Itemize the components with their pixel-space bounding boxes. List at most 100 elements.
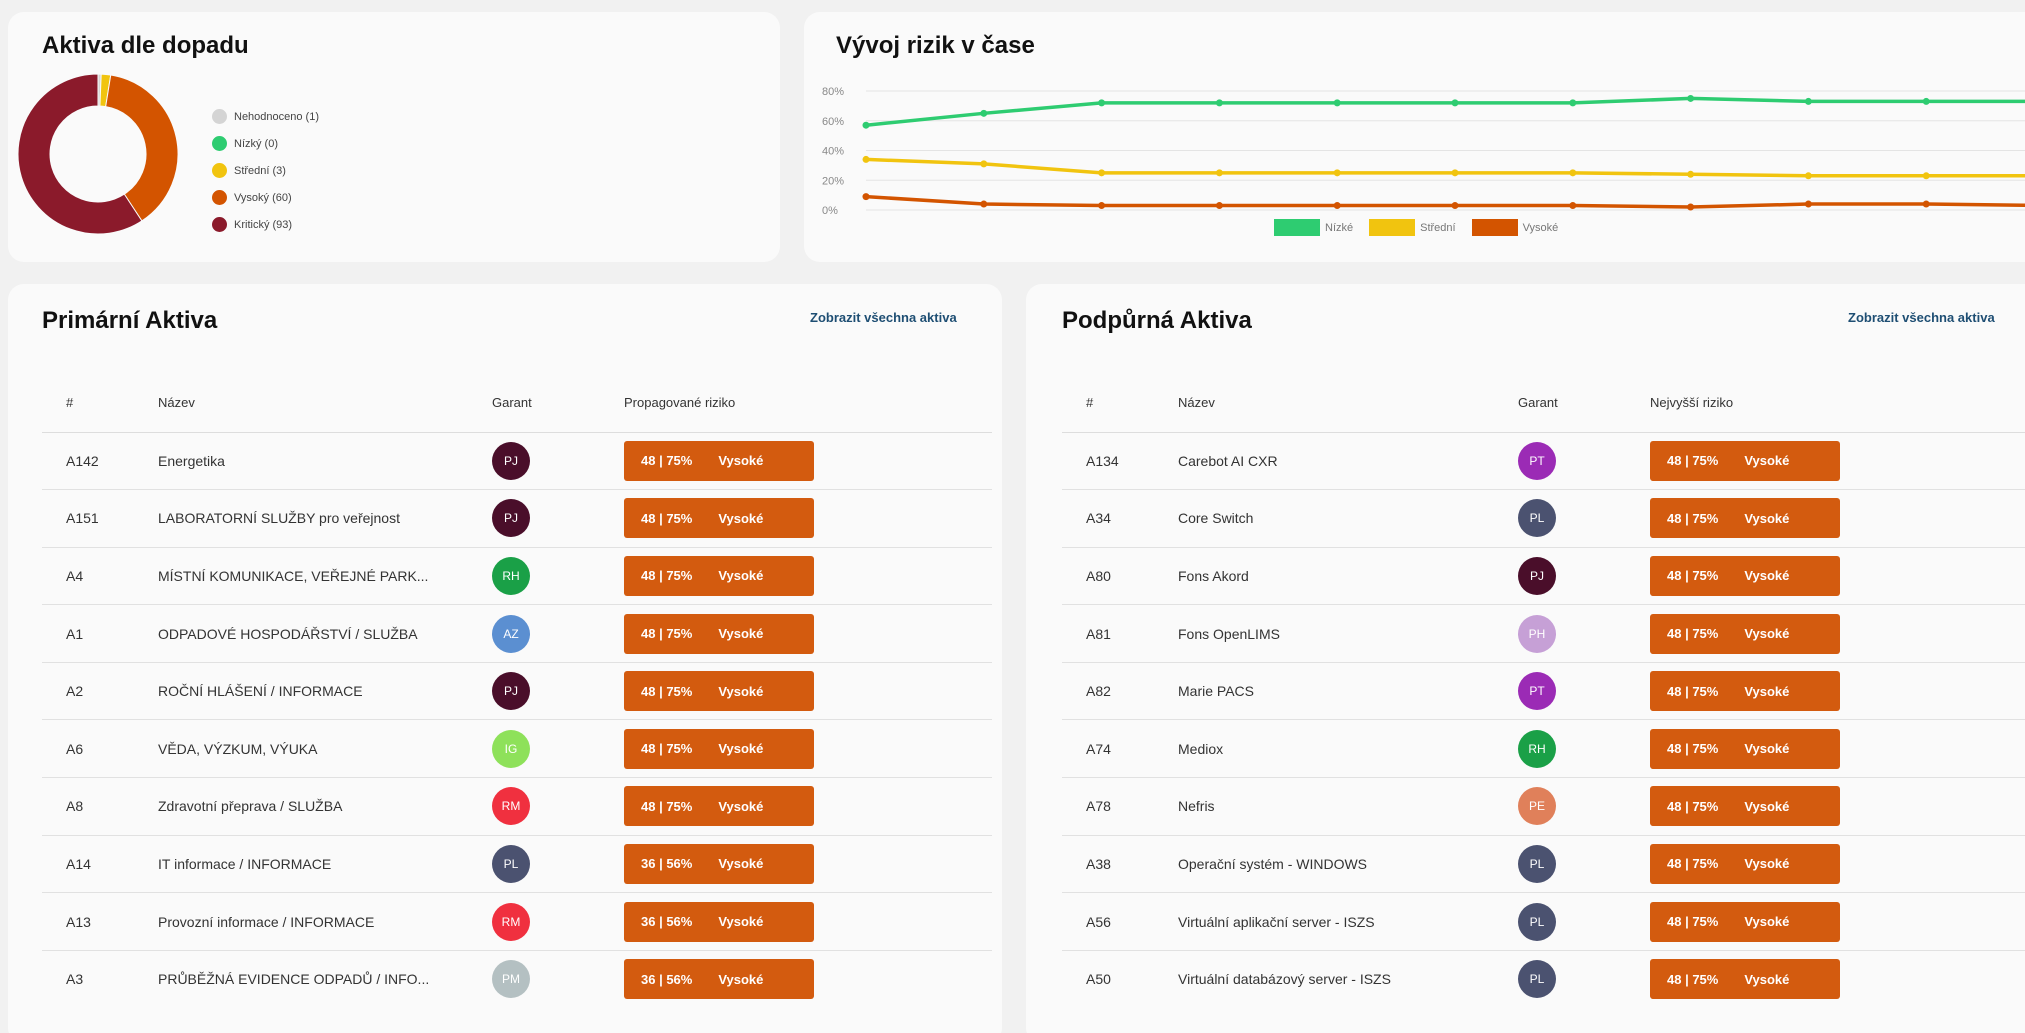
- asset-name[interactable]: MÍSTNÍ KOMUNIKACE, VEŘEJNÉ PARK...: [158, 547, 492, 606]
- table-row[interactable]: A6 VĚDA, VÝZKUM, VÝUKA IG 48 | 75% Vysoké: [42, 719, 992, 779]
- data-point[interactable]: [1451, 169, 1459, 177]
- risk-badge[interactable]: 48 | 75% Vysoké: [624, 671, 814, 712]
- risk-badge[interactable]: 48 | 75% Vysoké: [1650, 613, 1840, 654]
- table-row[interactable]: A38 Operační systém - WINDOWS PL 48 | 75% Vy…: [1062, 835, 2025, 894]
- avatar[interactable]: PL: [492, 844, 530, 883]
- legend-item[interactable]: Střední (3): [212, 157, 319, 184]
- table-row[interactable]: A56 Virtuální aplikační server - ISZS PL 48…: [1062, 892, 2025, 951]
- avatar[interactable]: PJ: [492, 499, 530, 538]
- data-point[interactable]: [1569, 99, 1577, 107]
- asset-name[interactable]: Operační systém - WINDOWS: [1178, 835, 1518, 894]
- data-point[interactable]: [1333, 99, 1341, 107]
- asset-name[interactable]: Virtuální databázový server - ISZS: [1178, 950, 1518, 1008]
- data-point[interactable]: [1098, 169, 1106, 177]
- data-point[interactable]: [1215, 99, 1223, 107]
- table-row[interactable]: A13 Provozní informace / INFORMACE RM 36 | …: [42, 892, 992, 951]
- risk-badge[interactable]: 48 | 75% Vysoké: [1650, 440, 1840, 481]
- risk-badge[interactable]: 48 | 75% Vysoké: [624, 728, 814, 769]
- table-row[interactable]: A82 Marie PACS PT 48 | 75% Vysoké: [1062, 662, 2025, 721]
- legend-item[interactable]: Vysoký (60): [212, 184, 319, 211]
- asset-name[interactable]: Provozní informace / INFORMACE: [158, 892, 492, 951]
- data-point[interactable]: [1215, 202, 1223, 210]
- avatar[interactable]: PH: [1518, 614, 1556, 653]
- avatar[interactable]: RM: [492, 787, 530, 826]
- asset-name[interactable]: IT informace / INFORMACE: [158, 835, 492, 894]
- asset-name[interactable]: Fons OpenLIMS: [1178, 604, 1518, 663]
- asset-name[interactable]: Virtuální aplikační server - ISZS: [1178, 892, 1518, 951]
- table-row[interactable]: A78 Nefris PE 48 | 75% Vysoké: [1062, 777, 2025, 836]
- risk-badge[interactable]: 48 | 75% Vysoké: [1650, 555, 1840, 596]
- asset-name[interactable]: LABORATORNÍ SLUŽBY pro veřejnost: [158, 489, 492, 548]
- risk-badge[interactable]: 48 | 75% Vysoké: [624, 555, 814, 596]
- data-point[interactable]: [1098, 99, 1106, 107]
- data-point[interactable]: [1804, 97, 1812, 105]
- risk-badge[interactable]: 48 | 75% Vysoké: [1650, 728, 1840, 769]
- asset-name[interactable]: Nefris: [1178, 777, 1518, 836]
- data-point[interactable]: [1451, 202, 1459, 210]
- risk-badge[interactable]: 48 | 75% Vysoké: [624, 498, 814, 539]
- asset-name[interactable]: Zdravotní přeprava / SLUŽBA: [158, 777, 492, 836]
- table-row[interactable]: A34 Core Switch PL 48 | 75% Vysoké: [1062, 489, 2025, 548]
- data-point[interactable]: [1569, 202, 1577, 210]
- asset-name[interactable]: Core Switch: [1178, 489, 1518, 548]
- asset-name[interactable]: Mediox: [1178, 719, 1518, 779]
- avatar[interactable]: PL: [1518, 499, 1556, 538]
- avatar[interactable]: PM: [492, 960, 530, 999]
- table-row[interactable]: A2 ROČNÍ HLÁŠENÍ / INFORMACE PJ 48 | 75% Vys…: [42, 662, 992, 721]
- table-row[interactable]: A1 ODPADOVÉ HOSPODÁŘSTVÍ / SLUŽBA AZ 48 | 7…: [42, 604, 992, 663]
- data-point[interactable]: [1569, 169, 1577, 177]
- avatar[interactable]: PT: [1518, 672, 1556, 711]
- data-point[interactable]: [980, 109, 988, 117]
- data-point[interactable]: [1687, 203, 1695, 211]
- avatar[interactable]: RM: [492, 902, 530, 941]
- view-all-support-link[interactable]: Zobrazit všechna aktiva: [1848, 310, 1995, 325]
- risk-badge[interactable]: 48 | 75% Vysoké: [1650, 843, 1840, 884]
- risk-badge[interactable]: 36 | 56% Vysoké: [624, 843, 814, 884]
- data-point[interactable]: [1687, 170, 1695, 178]
- asset-name[interactable]: Fons Akord: [1178, 547, 1518, 606]
- table-row[interactable]: A134 Carebot AI CXR PT 48 | 75% Vysoké: [1062, 432, 2025, 491]
- avatar[interactable]: PE: [1518, 787, 1556, 826]
- risk-badge[interactable]: 48 | 75% Vysoké: [624, 613, 814, 654]
- data-point[interactable]: [1333, 202, 1341, 210]
- data-point[interactable]: [1333, 169, 1341, 177]
- avatar[interactable]: AZ: [492, 614, 530, 653]
- risk-badge[interactable]: 48 | 75% Vysoké: [624, 786, 814, 827]
- table-row[interactable]: A50 Virtuální databázový server - ISZS PL 4…: [1062, 950, 2025, 1008]
- risk-badge[interactable]: 36 | 56% Vysoké: [624, 959, 814, 1000]
- data-point[interactable]: [1922, 97, 1930, 105]
- data-point[interactable]: [1804, 200, 1812, 208]
- avatar[interactable]: PL: [1518, 960, 1556, 999]
- data-point[interactable]: [1451, 99, 1459, 107]
- table-row[interactable]: A14 IT informace / INFORMACE PL 36 | 56% Vys…: [42, 835, 992, 894]
- avatar[interactable]: PJ: [492, 672, 530, 711]
- asset-name[interactable]: Carebot AI CXR: [1178, 432, 1518, 491]
- asset-name[interactable]: ODPADOVÉ HOSPODÁŘSTVÍ / SLUŽBA: [158, 604, 492, 663]
- table-row[interactable]: A151 LABORATORNÍ SLUŽBY pro veřejnost PJ 48…: [42, 489, 992, 548]
- risk-badge[interactable]: 48 | 75% Vysoké: [1650, 901, 1840, 942]
- avatar[interactable]: PT: [1518, 441, 1556, 480]
- table-row[interactable]: A80 Fons Akord PJ 48 | 75% Vysoké: [1062, 547, 2025, 606]
- legend-item[interactable]: Nízký (0): [212, 130, 319, 157]
- risk-badge[interactable]: 48 | 75% Vysoké: [1650, 498, 1840, 539]
- data-point[interactable]: [1922, 200, 1930, 208]
- table-row[interactable]: A3 PRŮBĚŽNÁ EVIDENCE ODPADŮ / INFO... PM 36…: [42, 950, 992, 1008]
- asset-name[interactable]: Energetika: [158, 432, 492, 491]
- data-point[interactable]: [1922, 172, 1930, 180]
- data-point[interactable]: [1215, 169, 1223, 177]
- trend-legend-item[interactable]: Vysoké: [1471, 219, 1558, 236]
- risk-badge[interactable]: 48 | 75% Vysoké: [624, 440, 814, 481]
- data-point[interactable]: [1687, 94, 1695, 102]
- risk-badge[interactable]: 48 | 75% Vysoké: [1650, 959, 1840, 1000]
- table-row[interactable]: A81 Fons OpenLIMS PH 48 | 75% Vysoké: [1062, 604, 2025, 663]
- avatar[interactable]: PL: [1518, 902, 1556, 941]
- table-row[interactable]: A74 Mediox RH 48 | 75% Vysoké: [1062, 719, 2025, 779]
- legend-item[interactable]: Kritický (93): [212, 211, 319, 238]
- avatar[interactable]: RH: [492, 556, 530, 595]
- asset-name[interactable]: ROČNÍ HLÁŠENÍ / INFORMACE: [158, 662, 492, 721]
- trend-legend-item[interactable]: Nízké: [1274, 219, 1353, 236]
- data-point[interactable]: [862, 193, 870, 201]
- asset-name[interactable]: VĚDA, VÝZKUM, VÝUKA: [158, 719, 492, 779]
- risk-badge[interactable]: 48 | 75% Vysoké: [1650, 671, 1840, 712]
- table-row[interactable]: A142 Energetika PJ 48 | 75% Vysoké: [42, 432, 992, 491]
